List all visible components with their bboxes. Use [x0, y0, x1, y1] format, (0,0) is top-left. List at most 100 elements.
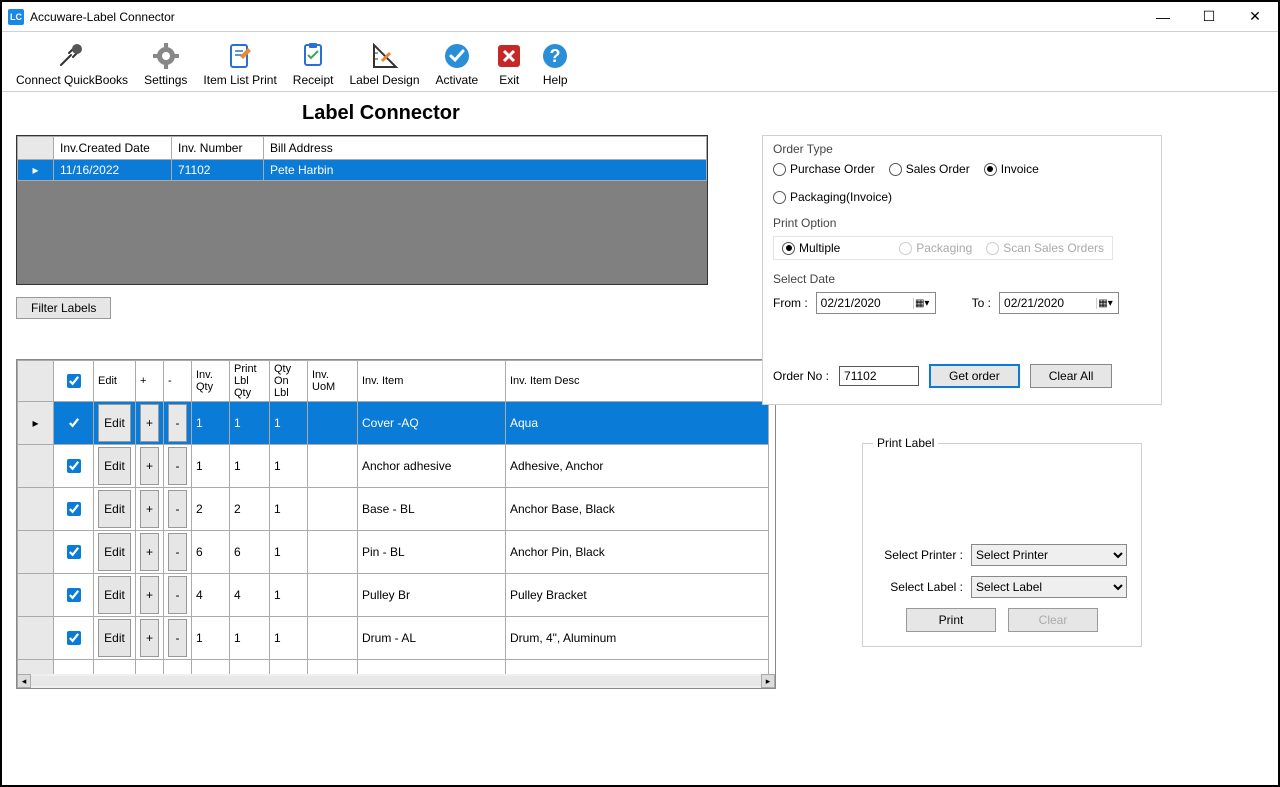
cell-qty-on-lbl[interactable]: 1 [270, 445, 308, 488]
cell-inv-uom[interactable] [308, 574, 358, 617]
row-checkbox[interactable] [67, 459, 81, 473]
connect-quickbooks-button[interactable]: Connect QuickBooks [8, 39, 136, 89]
col-bill-address[interactable]: Bill Address [264, 137, 707, 160]
minus-button[interactable]: - [168, 447, 187, 485]
cell-inv-item-desc[interactable]: Adhesive, Anchor [506, 445, 769, 488]
maximize-button[interactable]: ☐ [1186, 2, 1232, 32]
plus-button[interactable]: + [140, 533, 159, 571]
cell-print-lbl-qty[interactable]: 1 [230, 617, 270, 660]
help-button[interactable]: ? Help [532, 39, 578, 89]
minimize-button[interactable]: — [1140, 2, 1186, 32]
cell-qty-on-lbl[interactable]: 1 [270, 574, 308, 617]
radio-invoice[interactable]: Invoice [984, 162, 1039, 176]
row-checkbox-cell[interactable] [54, 531, 94, 574]
cell-qty-on-lbl[interactable]: 1 [270, 531, 308, 574]
line-item-row[interactable]: ▸Edit+-111Cover -AQAqua [18, 402, 769, 445]
line-item-row[interactable]: Edit+-441Pulley BrPulley Bracket [18, 574, 769, 617]
col-inv-qty[interactable]: Inv. Qty [192, 361, 230, 402]
line-item-row[interactable]: Edit+-221Base - BLAnchor Base, Black [18, 488, 769, 531]
cell-bill-address[interactable]: Pete Harbin [264, 160, 707, 181]
clear-all-button[interactable]: Clear All [1030, 364, 1113, 388]
row-checkbox[interactable] [67, 545, 81, 559]
row-checkbox-cell[interactable] [54, 488, 94, 531]
cell-inv-uom[interactable] [308, 402, 358, 445]
col-inv-uom[interactable]: Inv. UoM [308, 361, 358, 402]
minus-button[interactable]: - [168, 576, 187, 614]
edit-button[interactable]: Edit [98, 576, 131, 614]
edit-button[interactable]: Edit [98, 619, 131, 657]
col-inv-item-desc[interactable]: Inv. Item Desc [506, 361, 769, 402]
edit-button[interactable]: Edit [98, 490, 131, 528]
get-order-button[interactable]: Get order [929, 364, 1020, 388]
cell-inv-item-desc[interactable]: Anchor Pin, Black [506, 531, 769, 574]
row-selector-icon[interactable]: ▸ [18, 160, 54, 181]
item-list-print-button[interactable]: Item List Print [195, 39, 284, 89]
invoice-grid[interactable]: Inv.Created Date Inv. Number Bill Addres… [16, 135, 708, 285]
radio-purchase-order[interactable]: Purchase Order [773, 162, 875, 176]
filter-labels-button[interactable]: Filter Labels [16, 297, 111, 319]
cell-inv-uom[interactable] [308, 531, 358, 574]
row-checkbox-cell[interactable] [54, 402, 94, 445]
cell-print-lbl-qty[interactable]: 4 [230, 574, 270, 617]
cell-inv-item[interactable]: Pin - BL [358, 531, 506, 574]
line-item-row[interactable]: Edit+-661Pin - BLAnchor Pin, Black [18, 531, 769, 574]
cell-print-lbl-qty[interactable]: 1 [230, 402, 270, 445]
cell-inv-qty[interactable]: 1 [192, 617, 230, 660]
cell-inv-uom[interactable] [308, 488, 358, 531]
cell-inv-qty[interactable]: 1 [192, 402, 230, 445]
cell-inv-item[interactable]: Anchor adhesive [358, 445, 506, 488]
to-date-input[interactable]: 02/21/2020 ▦▾ [999, 292, 1119, 314]
clear-button[interactable]: Clear [1008, 608, 1098, 632]
cell-inv-qty[interactable]: 6 [192, 531, 230, 574]
col-inv-created-date[interactable]: Inv.Created Date [54, 137, 172, 160]
cell-inv-item-desc[interactable]: Pulley Bracket [506, 574, 769, 617]
cell-inv-item[interactable]: Base - BL [358, 488, 506, 531]
print-button[interactable]: Print [906, 608, 996, 632]
minus-button[interactable]: - [168, 490, 187, 528]
cell-inv-item[interactable]: Pulley Br [358, 574, 506, 617]
plus-button[interactable]: + [140, 404, 159, 442]
row-checkbox-cell[interactable] [54, 617, 94, 660]
calendar-dropdown-icon[interactable]: ▦▾ [913, 298, 931, 309]
cell-inv-qty[interactable]: 2 [192, 488, 230, 531]
exit-button[interactable]: Exit [486, 39, 532, 89]
col-inv-number[interactable]: Inv. Number [172, 137, 264, 160]
cell-inv-item-desc[interactable]: Aqua [506, 402, 769, 445]
radio-multiple[interactable]: Multiple [782, 241, 840, 255]
row-selector[interactable] [18, 531, 54, 574]
line-item-row[interactable]: Edit+-111Drum - ALDrum, 4", Aluminum [18, 617, 769, 660]
cell-inv-uom[interactable] [308, 617, 358, 660]
settings-button[interactable]: Settings [136, 39, 195, 89]
plus-button[interactable]: + [140, 447, 159, 485]
row-checkbox[interactable] [67, 502, 81, 516]
cell-qty-on-lbl[interactable]: 1 [270, 617, 308, 660]
plus-button[interactable]: + [140, 576, 159, 614]
minus-button[interactable]: - [168, 619, 187, 657]
receipt-button[interactable]: Receipt [285, 39, 342, 89]
row-checkbox-cell[interactable] [54, 445, 94, 488]
cell-inv-item[interactable]: Cover -AQ [358, 402, 506, 445]
invoice-row[interactable]: ▸ 11/16/2022 71102 Pete Harbin [18, 160, 707, 181]
edit-button[interactable]: Edit [98, 447, 131, 485]
select-printer-dropdown[interactable]: Select Printer [971, 544, 1127, 566]
plus-button[interactable]: + [140, 619, 159, 657]
horizontal-scrollbar[interactable]: ◂ ▸ [17, 674, 775, 688]
edit-button[interactable]: Edit [98, 404, 131, 442]
select-label-dropdown[interactable]: Select Label [971, 576, 1127, 598]
activate-button[interactable]: Activate [428, 39, 487, 89]
minus-button[interactable]: - [168, 404, 187, 442]
row-checkbox[interactable] [67, 416, 81, 430]
select-all-checkbox[interactable] [67, 374, 81, 388]
cell-print-lbl-qty[interactable]: 6 [230, 531, 270, 574]
cell-inv-qty[interactable]: 1 [192, 445, 230, 488]
cell-print-lbl-qty[interactable]: 2 [230, 488, 270, 531]
cell-inv-number[interactable]: 71102 [172, 160, 264, 181]
scroll-right-icon[interactable]: ▸ [761, 674, 775, 688]
col-select-all[interactable] [54, 361, 94, 402]
row-selector[interactable]: ▸ [18, 402, 54, 445]
cell-print-lbl-qty[interactable]: 1 [230, 445, 270, 488]
row-checkbox-cell[interactable] [54, 574, 94, 617]
cell-inv-item-desc[interactable]: Anchor Base, Black [506, 488, 769, 531]
calendar-dropdown-icon[interactable]: ▦▾ [1096, 298, 1114, 309]
cell-inv-item[interactable]: Drum - AL [358, 617, 506, 660]
